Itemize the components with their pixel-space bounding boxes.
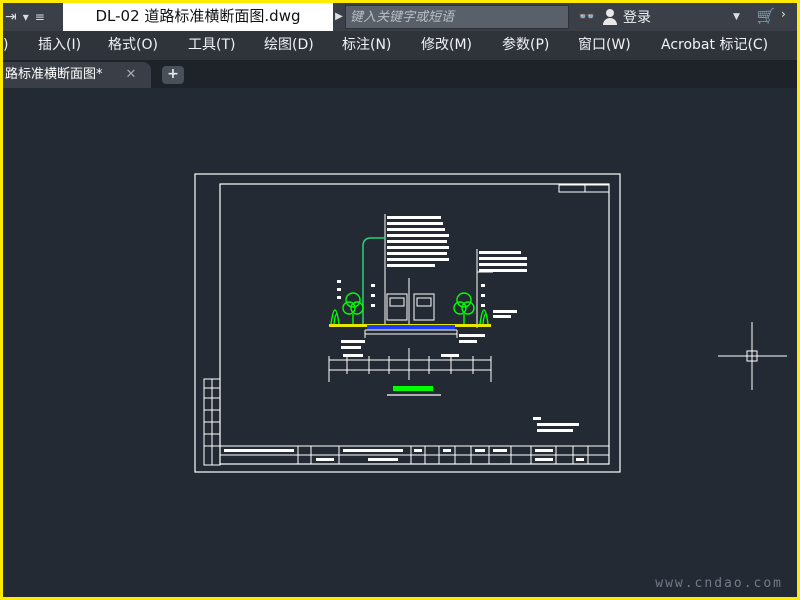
pavement [367, 325, 455, 330]
more-icon[interactable]: › [781, 7, 795, 27]
menu-item-insert[interactable]: 插入(I) [38, 31, 81, 60]
menu-item-modify[interactable]: 修改(M) [421, 31, 472, 60]
close-icon[interactable]: ✕ [123, 62, 139, 88]
file-tab-label: 路标准横断面图* [5, 67, 103, 82]
menu-item-parameter[interactable]: 参数(P) [502, 31, 549, 60]
dimension-lines [328, 348, 492, 382]
title-bar: ⇥ ▾ ≡ DL-02 道路标准横断面图.dwg ▶ 👓 登录 ▼ 🛒 › [3, 3, 797, 31]
top-title-block [558, 184, 610, 193]
drawing-viewport[interactable] [3, 88, 797, 580]
login-dropdown-icon[interactable]: ▼ [733, 3, 740, 31]
crosshair-cursor [718, 322, 787, 390]
search-box[interactable] [345, 5, 569, 29]
menu-item-partial[interactable]: ) [3, 31, 8, 60]
login-label: 登录 [623, 10, 651, 26]
autocad-window: ⇥ ▾ ≡ DL-02 道路标准横断面图.dwg ▶ 👓 登录 ▼ 🛒 › ) … [3, 3, 797, 597]
section-title-bar [393, 386, 433, 391]
quick-access-toolbar: ⇥ ▾ ≡ [3, 3, 45, 31]
file-tab-strip: 路标准横断面图* ✕ + [3, 60, 797, 88]
qa-dropdown-icon[interactable]: ▾ [23, 10, 29, 24]
redo-icon[interactable]: ⇥ [5, 9, 17, 25]
qa-menu-icon[interactable]: ≡ [35, 10, 45, 24]
menu-item-format[interactable]: 格式(O) [108, 31, 158, 60]
binoculars-icon[interactable]: 👓 [577, 8, 597, 26]
menu-item-dimension[interactable]: 标注(N) [342, 31, 391, 60]
menu-item-window[interactable]: 窗口(W) [578, 31, 631, 60]
cart-icon[interactable]: 🛒 [755, 7, 777, 27]
file-tab-active[interactable]: 路标准横断面图* ✕ [3, 62, 151, 88]
user-icon [603, 9, 617, 25]
leader-lines [384, 214, 493, 328]
menu-item-tools[interactable]: 工具(T) [188, 31, 235, 60]
document-title: DL-02 道路标准横断面图.dwg [63, 3, 333, 31]
drawing-notes [533, 417, 579, 432]
chevron-right-icon[interactable]: ▶ [333, 3, 345, 31]
new-tab-button[interactable]: + [162, 66, 184, 84]
menu-bar: ) 插入(I) 格式(O) 工具(T) 绘图(D) 标注(N) 修改(M) 参数… [3, 31, 797, 60]
title-block-grid [220, 446, 609, 464]
drawing-canvas [194, 173, 787, 473]
search-input[interactable] [346, 6, 568, 29]
site-watermark: www.cndao.com [655, 576, 783, 591]
menu-item-acrobat[interactable]: Acrobat 标记(C) [661, 31, 768, 60]
sign-in-button[interactable]: 登录 [603, 3, 651, 31]
vehicles [386, 278, 435, 328]
lamp-post [362, 237, 385, 326]
menu-item-draw[interactable]: 绘图(D) [264, 31, 314, 60]
